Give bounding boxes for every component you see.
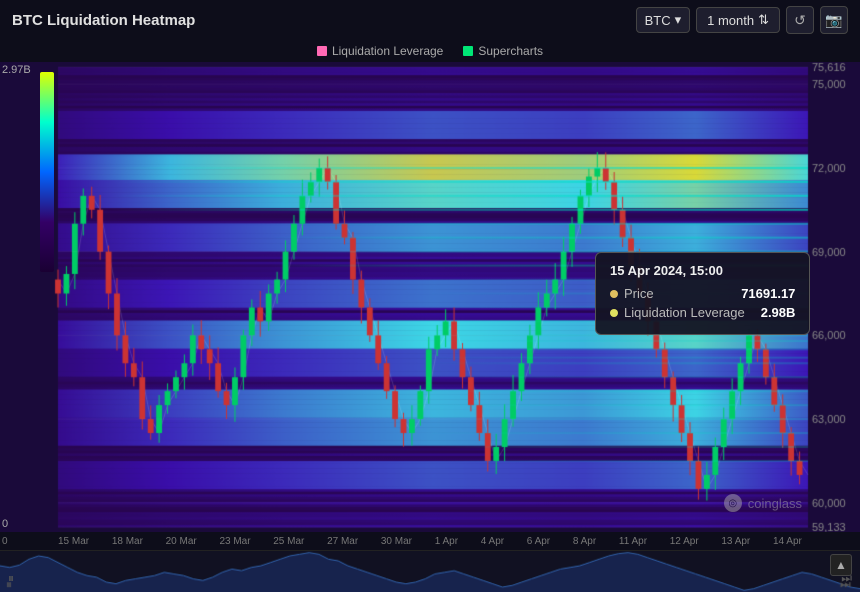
period-selector[interactable]: 1 month ⇅ [696,7,780,33]
x-labels: 15 Mar 18 Mar 20 Mar 23 Mar 25 Mar 27 Mar 30 M… [58,536,802,547]
liquidation-dot [317,46,327,56]
x-label: 1 Apr [435,536,458,547]
coin-value: BTC [645,13,671,28]
x-label: 12 Apr [670,536,699,547]
refresh-icon: ↺ [794,12,806,29]
x-label: 25 Mar [273,536,304,547]
x-label: 23 Mar [219,536,250,547]
liquidation-label: Liquidation Leverage [332,44,443,58]
camera-button[interactable]: 📷 [820,6,848,34]
x-label: 8 Apr [573,536,596,547]
chart-area[interactable]: 2.97B 0 15 Apr 2024, 15:00 Price 71691.1… [0,62,860,532]
x-label: 4 Apr [481,536,504,547]
pause-button[interactable]: ⏸ [8,571,14,586]
x-label: 18 Mar [112,536,143,547]
x-label: 15 Mar [58,536,89,547]
color-gradient-bar [40,72,54,272]
legend-liquidation: Liquidation Leverage [317,44,443,58]
mini-chart: ⏸ ⏭ [0,550,860,592]
coin-chevron-icon: ▾ [675,12,682,28]
page-title: BTC Liquidation Heatmap [12,12,195,29]
coin-selector[interactable]: BTC ▾ [636,7,691,33]
x-label: 27 Mar [327,536,358,547]
x-label: 30 Mar [381,536,412,547]
supercharts-dot [463,46,473,56]
x-label: 20 Mar [166,536,197,547]
chevron-up-icon: ▲ [835,558,847,572]
legend-supercharts: Supercharts [463,44,543,58]
camera-icon: 📷 [825,12,842,29]
legend: Liquidation Leverage Supercharts [0,40,860,62]
x-label: 14 Apr [773,536,802,547]
x-axis: 0 15 Mar 18 Mar 20 Mar 23 Mar 25 Mar 27 Mar 30… [0,532,860,550]
supercharts-label: Supercharts [478,44,543,58]
coinglass-icon: ◎ [724,494,742,512]
x-label: 11 Apr [619,536,647,547]
x-zero: 0 [2,536,8,547]
x-label: 6 Apr [527,536,550,547]
watermark-text: coinglass [748,496,802,511]
period-chevron-icon: ⇅ [758,12,769,28]
x-label: 13 Apr [721,536,750,547]
header: BTC Liquidation Heatmap BTC ▾ 1 month ⇅ … [0,0,860,40]
controls: BTC ▾ 1 month ⇅ ↺ 📷 [636,6,848,34]
refresh-button[interactable]: ↺ [786,6,814,34]
period-value: 1 month [707,13,754,28]
watermark: ◎ coinglass [724,494,802,512]
scroll-up-button[interactable]: ▲ [830,554,852,576]
